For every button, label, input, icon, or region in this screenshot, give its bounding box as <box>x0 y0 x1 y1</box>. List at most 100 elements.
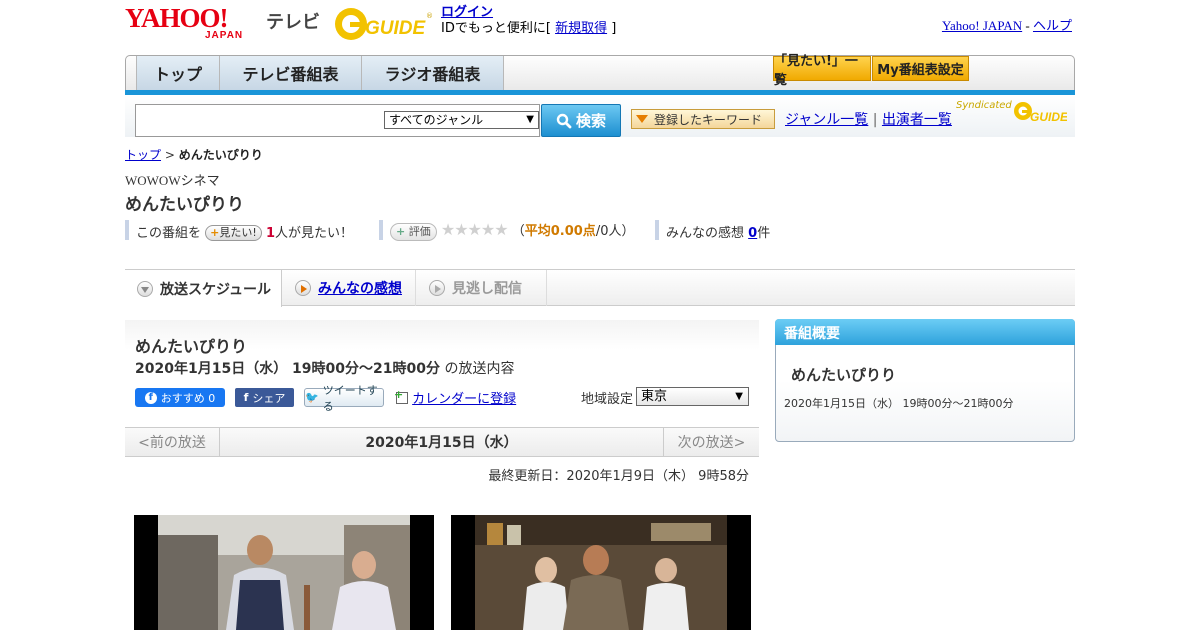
play-arrow-icon <box>295 280 311 296</box>
stat-divider <box>125 220 129 240</box>
impressions-suffix: 件 <box>757 226 771 241</box>
mitai-suffix: 人が見たい！ <box>274 226 353 241</box>
evaluate-label: 評価 <box>408 225 431 238</box>
watchlist-button[interactable]: 「見たい!」一覧 <box>773 54 871 88</box>
facebook-icon: f <box>144 391 157 404</box>
tab-broadcast-schedule[interactable]: 放送スケジュール <box>125 270 282 307</box>
program-still-image-2 <box>451 515 751 630</box>
nav-tab-tv-schedule[interactable]: テレビ番組表 <box>220 56 362 90</box>
program-summary-title: めんたいぴりり <box>791 366 897 384</box>
tab-label: 見逃し配信 <box>452 281 522 297</box>
login-link[interactable]: ログイン <box>441 5 493 20</box>
tab-missed-streaming[interactable]: 見逃し配信 <box>417 270 547 306</box>
genre-list-link[interactable]: ジャンル一覧 <box>785 112 868 128</box>
region-select-value: 東京 <box>641 389 668 404</box>
tv-logo[interactable]: テレビ <box>266 8 320 34</box>
tab-impressions[interactable]: みんなの感想 <box>283 270 416 306</box>
search-icon <box>556 113 572 128</box>
play-arrow-icon <box>429 280 445 296</box>
top-right-links: Yahoo! JAPAN - ヘルプ <box>942 15 1072 34</box>
last-updated: 最終更新日：2020年1月9日（木） 9時58分 <box>488 469 749 484</box>
nav-tab-top[interactable]: トップ <box>136 56 220 90</box>
tweet-label: ツイートする <box>322 383 378 413</box>
gguide-small-text: GUIDE <box>1030 110 1067 124</box>
signup-close: ] <box>611 21 617 36</box>
search-links: ジャンル一覧 | 出演者一覧 <box>785 109 952 129</box>
evaluate-button[interactable]: + 評価 <box>390 223 437 241</box>
search-button[interactable]: 検索 <box>541 104 621 137</box>
program-summary-heading: 番組概要 <box>775 319 1075 345</box>
mitai-count: 1 <box>265 226 275 241</box>
signup-link[interactable]: 新規取得 <box>555 21 607 36</box>
svg-text:®: ® <box>426 12 433 20</box>
search-button-label: 検索 <box>575 112 606 130</box>
yahoo-japan-link[interactable]: Yahoo! JAPAN <box>942 18 1022 33</box>
impressions-label: みんなの感想 <box>666 226 745 241</box>
schedule-title: めんたいぴりり <box>135 337 248 356</box>
breadcrumb-top-link[interactable]: トップ <box>125 148 161 162</box>
gguide-logo-text: GUIDE <box>365 18 427 39</box>
breadcrumb-current: めんたいぴりり <box>178 148 263 162</box>
chevron-down-icon: ▼ <box>735 391 743 402</box>
registered-keywords-label: 登録したキーワード <box>654 112 763 127</box>
genre-select-value: すべてのジャンル <box>389 113 484 127</box>
login-area: ログイン IDでもっと便利に[ 新規取得 ] <box>441 5 616 37</box>
twitter-bird-icon: 🐦 <box>305 391 319 404</box>
program-still-image-1 <box>134 515 434 630</box>
registered-keywords-button[interactable]: 登録したキーワード <box>631 109 775 129</box>
tab-label: みんなの感想 <box>318 281 402 297</box>
login-prompt: IDでもっと便利に[ <box>441 21 551 36</box>
breadcrumb-separator: > <box>164 148 175 162</box>
page-title: めんたいぴりり <box>125 195 244 215</box>
next-broadcast-button[interactable]: 次の放送> <box>663 428 759 456</box>
program-tabs: 放送スケジュール みんなの感想 見逃し配信 <box>125 269 1075 307</box>
current-broadcast-date: 2020年1月15日（水） <box>365 435 518 451</box>
my-schedule-settings-button[interactable]: My番組表設定 <box>872 56 969 81</box>
genre-select[interactable]: すべてのジャンル ▼ <box>384 111 539 129</box>
link-separator: - <box>1022 18 1033 33</box>
stat-divider <box>379 220 383 240</box>
channel-name: WOWOWシネマ <box>125 173 220 188</box>
performer-list-link[interactable]: 出演者一覧 <box>882 112 952 128</box>
calendar-icon: + <box>394 388 408 404</box>
avg-count: /0人） <box>595 224 635 239</box>
schedule-datetime: 2020年1月15日（水） 19時00分～21時00分 の放送内容 <box>135 358 514 378</box>
region-select[interactable]: 東京 ▼ <box>636 387 749 406</box>
avg-open: （ <box>511 224 525 239</box>
program-summary-time: 2020年1月15日（水） 19時00分～21時00分 <box>784 397 1014 410</box>
yahoo-japan-logo[interactable]: YAHOO! JAPAN <box>125 3 261 42</box>
chevron-down-icon: ▼ <box>526 114 534 125</box>
add-to-calendar[interactable]: + カレンダーに登録 <box>394 388 516 407</box>
tab-label: 放送スケジュール <box>160 281 272 298</box>
help-link[interactable]: ヘルプ <box>1033 18 1072 33</box>
rating-stars: ★★★★★ <box>440 220 509 239</box>
nav-tab-radio-schedule[interactable]: ラジオ番組表 <box>362 56 504 90</box>
facebook-like-button[interactable]: f おすすめ 0 <box>135 388 225 407</box>
gguide-logo[interactable]: GUIDE ® <box>333 6 433 42</box>
prev-broadcast-button[interactable]: <前の放送 <box>125 428 220 456</box>
stats-prefix: この番組を <box>136 226 202 241</box>
plus-icon: + <box>396 225 406 238</box>
facebook-share-button[interactable]: f シェア <box>235 388 294 407</box>
mitai-button[interactable]: +見たい! <box>205 225 262 241</box>
facebook-like-label: おすすめ 0 <box>160 391 216 405</box>
syndicated-label: Syndicated <box>956 100 1012 111</box>
main-nav: トップ テレビ番組表 ラジオ番組表 「見たい!」一覧 My番組表設定 <box>125 54 1075 95</box>
schedule-datetime-value: 2020年1月15日（水） 19時00分～21時00分 <box>135 361 440 377</box>
impressions-count-link[interactable]: 0 <box>748 226 757 241</box>
schedule-datetime-suffix: の放送内容 <box>444 361 515 377</box>
calendar-link[interactable]: カレンダーに登録 <box>412 392 516 407</box>
yahoo-logo-text: YAHOO! <box>125 3 229 33</box>
gguide-syndicated-logo: GUIDE <box>1012 100 1069 126</box>
mitai-label: 見たい! <box>219 226 257 239</box>
yahoo-japan-text: JAPAN <box>205 30 244 41</box>
facebook-icon: f <box>243 391 249 404</box>
plus-icon: + <box>210 226 220 239</box>
tweet-button[interactable]: 🐦 ツイートする <box>304 384 384 413</box>
stat-divider <box>655 220 659 240</box>
avg-score: 平均0.00点 <box>524 224 596 239</box>
chevron-down-icon <box>137 280 153 297</box>
breadcrumb: トップ > めんたいぴりり <box>125 146 263 163</box>
dropdown-triangle-icon <box>636 115 648 123</box>
share-label: シェア <box>252 391 286 405</box>
